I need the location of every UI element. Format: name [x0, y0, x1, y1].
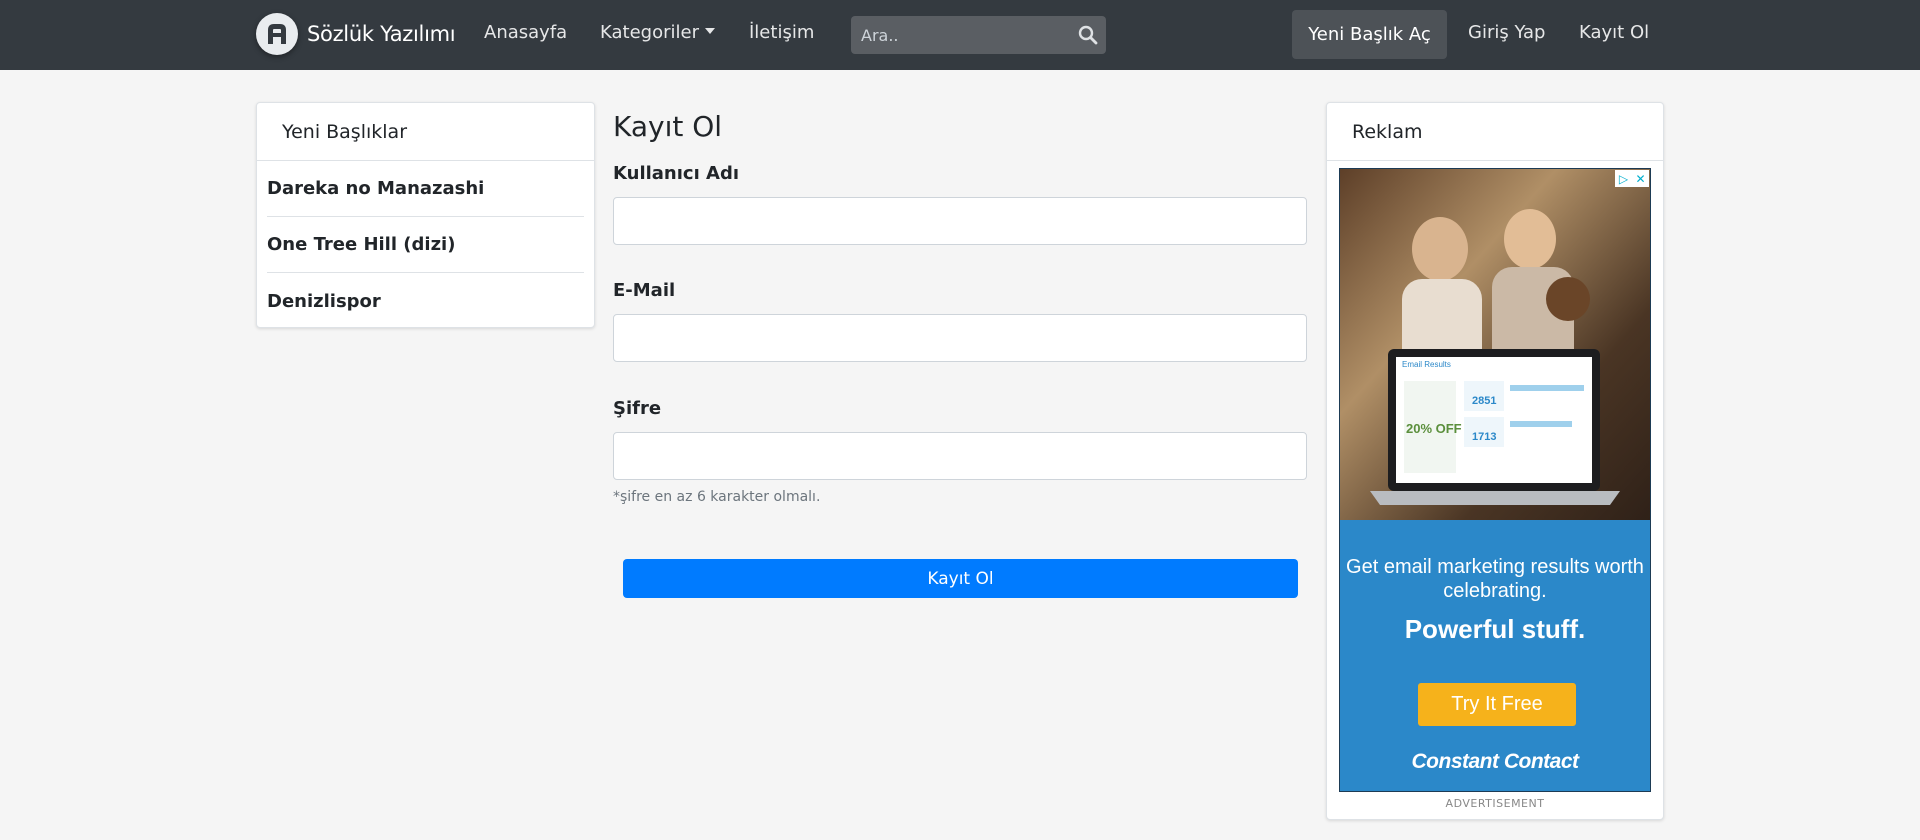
login-link[interactable]: Giriş Yap: [1468, 22, 1545, 43]
ad-stat: 2851: [1472, 395, 1497, 407]
new-topics-card: Yeni Başlıklar Dareka no Manazashi One T…: [256, 102, 595, 328]
ad-brand-logo: Constant Contact: [1411, 750, 1580, 773]
search-icon[interactable]: [1078, 25, 1098, 45]
nav-home[interactable]: Anasayfa: [484, 22, 567, 43]
ad-screen-title: Email Results: [1402, 360, 1451, 369]
password-label: Şifre: [613, 398, 662, 419]
ad-copy: Get email marketing results worth celebr…: [1340, 520, 1650, 791]
ad-controls: ▷ ✕: [1615, 170, 1649, 187]
password-input[interactable]: [613, 432, 1307, 480]
search-input[interactable]: [851, 16, 1066, 54]
page-title: Kayıt Ol: [613, 110, 723, 143]
ad-image: Email Results 20% OFF 2851 1713: [1340, 169, 1650, 520]
ad-stat: 1713: [1472, 431, 1497, 443]
top-navbar: Sözlük Yazılımı Anasayfa Kategoriler İle…: [0, 0, 1920, 70]
topic-item[interactable]: One Tree Hill (dizi): [267, 217, 584, 273]
nav-categories-dropdown[interactable]: Kategoriler: [600, 22, 715, 43]
nav-contact[interactable]: İletişim: [749, 22, 814, 43]
email-label: E-Mail: [613, 280, 676, 301]
new-topic-button[interactable]: Yeni Başlık Aç: [1292, 10, 1447, 59]
ad-caption: ADVERTISEMENT: [1445, 797, 1545, 810]
topic-item[interactable]: Dareka no Manazashi: [267, 161, 584, 217]
password-hint: *şifre en az 6 karakter olmalı.: [613, 489, 821, 505]
topic-list: Dareka no Manazashi One Tree Hill (dizi)…: [257, 161, 594, 329]
brand[interactable]: Sözlük Yazılımı: [256, 13, 456, 55]
brand-name: Sözlük Yazılımı: [307, 22, 456, 46]
ad-banner[interactable]: Email Results 20% OFF 2851 1713 Get emai…: [1339, 168, 1651, 792]
register-submit-button[interactable]: Kayıt Ol: [623, 559, 1298, 598]
new-topics-title: Yeni Başlıklar: [257, 103, 594, 161]
ad-card-title: Reklam: [1327, 103, 1663, 161]
ad-tagline: Powerful stuff.: [1404, 614, 1586, 644]
ad-promo: 20% OFF: [1406, 421, 1462, 436]
logo-icon: [256, 13, 298, 55]
search-form: [851, 16, 1106, 54]
topic-item[interactable]: Denizlispor: [267, 273, 584, 329]
email-input[interactable]: [613, 314, 1307, 362]
ad-headline: Get email marketing results worth celebr…: [1346, 556, 1644, 602]
ad-try-button[interactable]: Try It Free: [1418, 683, 1576, 726]
close-icon[interactable]: ✕: [1632, 170, 1649, 187]
username-label: Kullanıcı Adı: [613, 163, 740, 184]
username-input[interactable]: [613, 197, 1307, 245]
nav-categories-label: Kategoriler: [600, 22, 699, 43]
register-link[interactable]: Kayıt Ol: [1579, 22, 1649, 43]
adchoices-icon[interactable]: ▷: [1615, 170, 1632, 187]
